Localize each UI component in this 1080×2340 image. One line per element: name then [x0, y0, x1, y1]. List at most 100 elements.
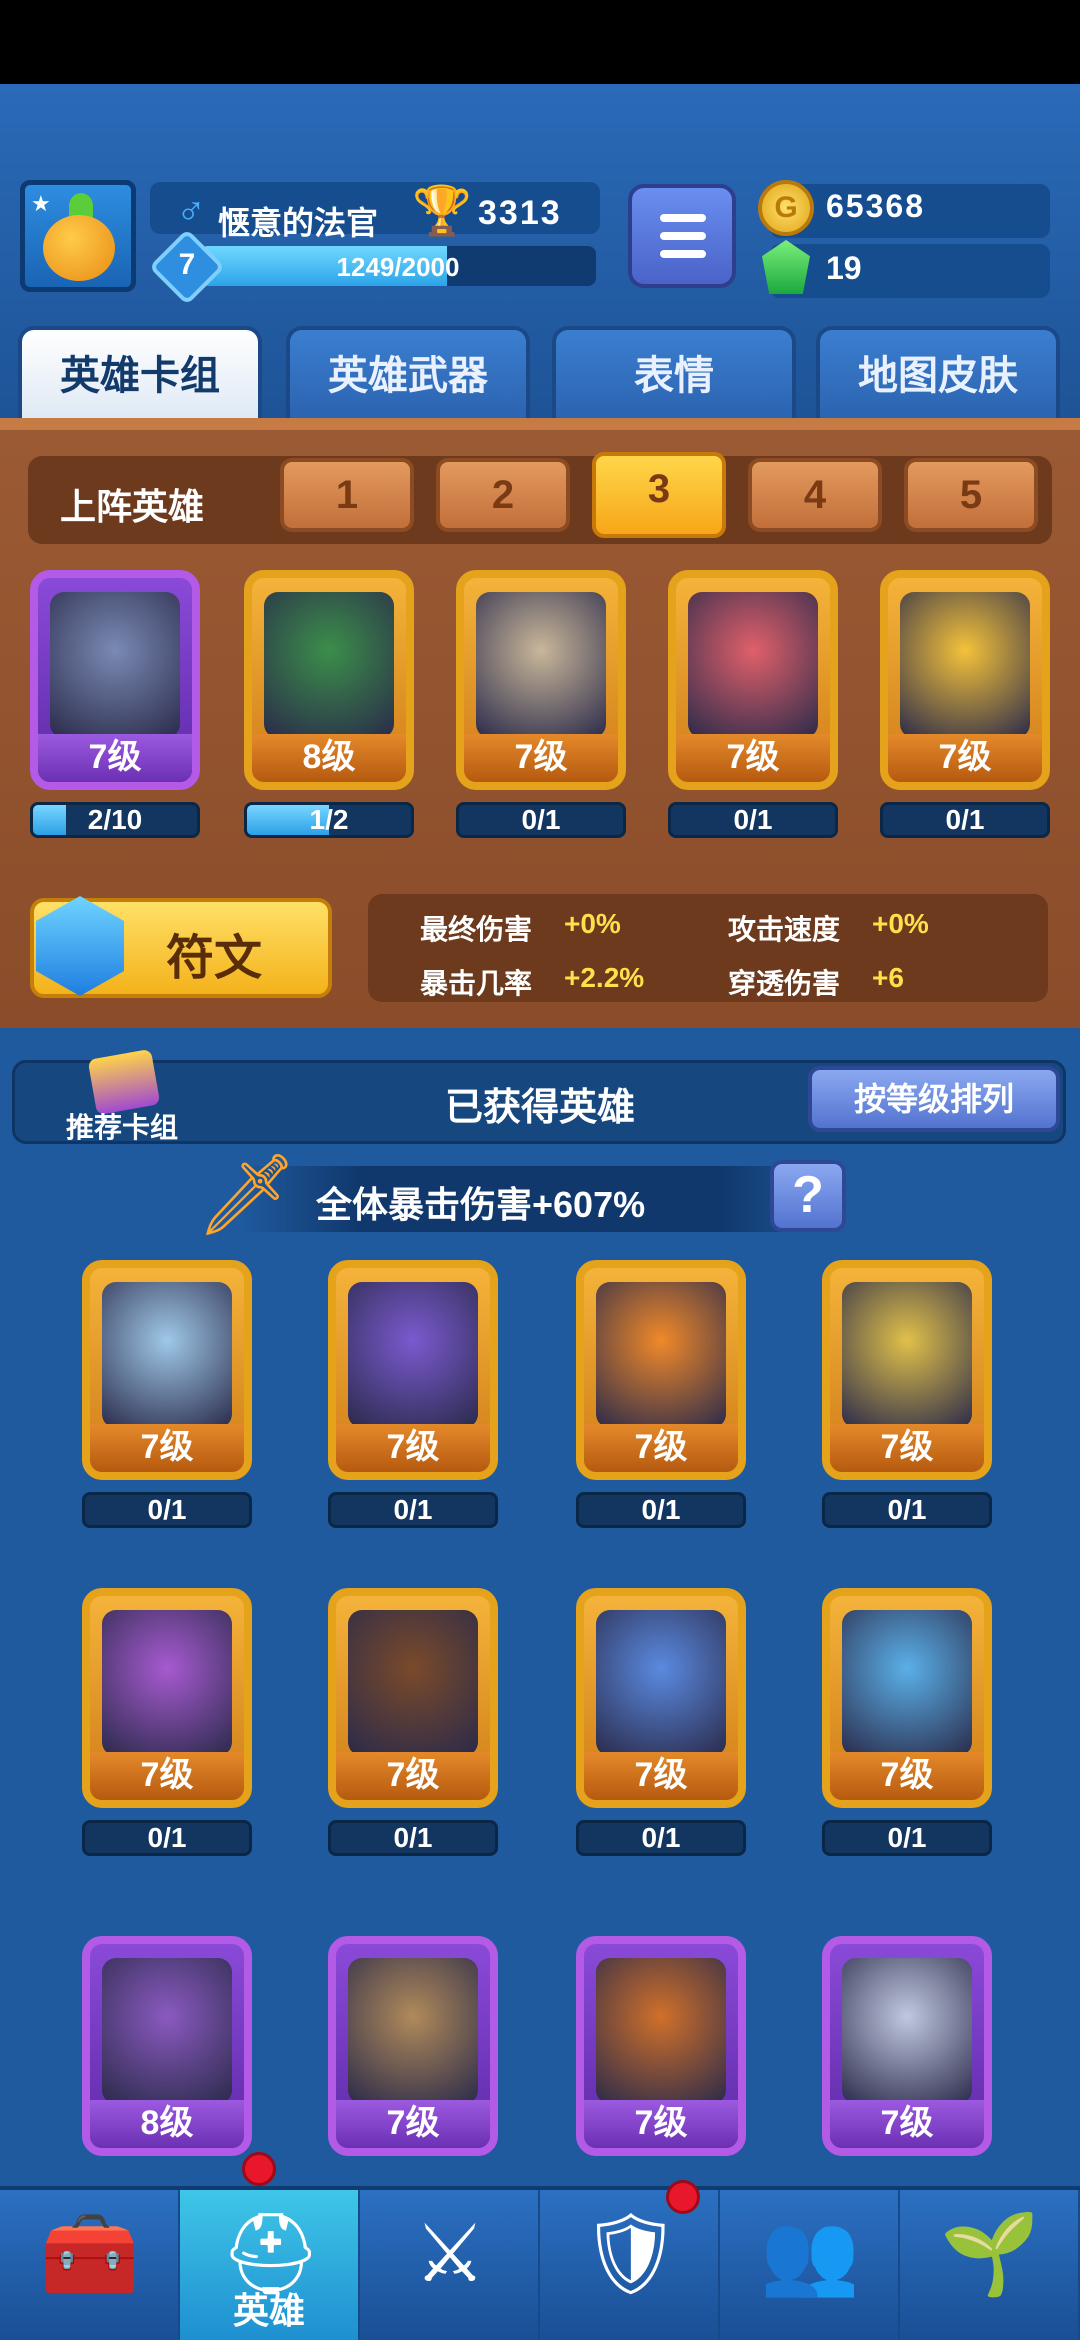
menu-button[interactable] — [628, 184, 736, 288]
coins-value: 65368 — [826, 188, 925, 224]
hero-portrait — [842, 1958, 972, 2104]
progress-text: 0/1 — [641, 1494, 681, 1525]
hero-portrait — [688, 592, 818, 738]
nav-item-1[interactable]: ⛑ 英雄 — [180, 2190, 360, 2340]
deck-slot-1[interactable]: 1 — [280, 458, 414, 532]
owned-hero-9-card[interactable]: 7级 — [328, 1936, 498, 2156]
tab-3[interactable]: 地图皮肤 — [816, 326, 1060, 418]
sprout-garden-icon: 🌱 — [940, 2209, 1040, 2298]
hero-level: 7级 — [38, 734, 192, 782]
hero-level: 7级 — [830, 2100, 984, 2148]
deck-slot-2[interactable]: 2 — [436, 458, 570, 532]
menu-icon — [660, 214, 706, 222]
tab-0[interactable]: 英雄卡组 — [18, 326, 262, 418]
gems-value: 19 — [826, 250, 862, 286]
hero-card-progress: 0/1 — [822, 1820, 992, 1856]
owned-hero-2-card[interactable]: 7级 — [576, 1260, 746, 1480]
owned-hero-8-card[interactable]: 8级 — [82, 1936, 252, 2156]
hero-level: 7级 — [336, 1752, 490, 1800]
stat-value-final-damage: +0% — [564, 908, 621, 939]
crown-shield-icon: 🛡 — [580, 2209, 682, 2298]
deck-title: 上阵英雄 — [60, 486, 205, 527]
nav-label: 英雄 — [232, 2290, 305, 2331]
deck-slot-4[interactable]: 4 — [748, 458, 882, 532]
player-level: 7 — [178, 248, 196, 281]
deck-slot-5[interactable]: 5 — [904, 458, 1038, 532]
nav-item-4[interactable]: 👥 — [720, 2190, 900, 2340]
nav-item-2[interactable]: ⚔ — [360, 2190, 540, 2340]
progress-text: 0/1 — [733, 804, 773, 835]
deck-hero-0-card[interactable]: 7级 — [30, 570, 200, 790]
owned-hero-3-card[interactable]: 7级 — [822, 1260, 992, 1480]
hero-level: 7级 — [336, 2100, 490, 2148]
hero-level: 7级 — [830, 1752, 984, 1800]
player-avatar[interactable]: ★ — [20, 180, 136, 292]
progress-text: 0/1 — [521, 804, 561, 835]
hero-level: 7级 — [90, 1752, 244, 1800]
status-bar — [0, 0, 1080, 84]
help-button[interactable]: ? — [770, 1160, 846, 1232]
trophy-count: 3313 — [478, 194, 562, 232]
hero-level: 7级 — [584, 1424, 738, 1472]
notification-dot — [242, 2152, 276, 2186]
owned-hero-1-card[interactable]: 7级 — [328, 1260, 498, 1480]
stat-label-penetration: 穿透伤害 — [728, 968, 841, 999]
owned-hero-7-card[interactable]: 7级 — [822, 1588, 992, 1808]
owned-hero-5-card[interactable]: 7级 — [328, 1588, 498, 1808]
star-icon: ★ — [31, 191, 51, 216]
trophy-icon: 🏆 — [412, 185, 472, 238]
deck-hero-3-card[interactable]: 7级 — [668, 570, 838, 790]
gems-bar — [770, 244, 1050, 298]
stat-value-crit-rate: +2.2% — [564, 962, 645, 993]
hero-level: 7级 — [888, 734, 1042, 782]
avatar-face — [43, 215, 115, 281]
hero-portrait — [596, 1282, 726, 1428]
owned-hero-10-card[interactable]: 7级 — [576, 1936, 746, 2156]
hero-card-progress: 0/1 — [328, 1492, 498, 1528]
progress-text: 0/1 — [945, 804, 985, 835]
stat-label-crit-rate: 暴击几率 — [420, 968, 533, 999]
owned-hero-0-card[interactable]: 7级 — [82, 1260, 252, 1480]
stat-label-attack-speed: 攻击速度 — [728, 914, 841, 945]
nav-item-3[interactable]: 🛡 — [540, 2190, 720, 2340]
friends-icon: 👥 — [760, 2209, 860, 2298]
nav-item-0[interactable]: 🧰 — [0, 2190, 180, 2340]
notification-dot — [666, 2180, 700, 2214]
hero-level: 7级 — [830, 1424, 984, 1472]
hero-card-progress: 0/1 — [82, 1820, 252, 1856]
hero-level: 7级 — [90, 1424, 244, 1472]
hero-portrait — [842, 1610, 972, 1756]
hero-level: 7级 — [336, 1424, 490, 1472]
nav-item-5[interactable]: 🌱 — [900, 2190, 1080, 2340]
hero-card-progress: 0/1 — [328, 1820, 498, 1856]
tab-1[interactable]: 英雄武器 — [286, 326, 530, 418]
owned-hero-4-card[interactable]: 7级 — [82, 1588, 252, 1808]
hero-portrait — [842, 1282, 972, 1428]
hero-portrait — [102, 1958, 232, 2104]
stat-value-penetration: +6 — [872, 962, 904, 993]
deck-slot-3[interactable]: 3 — [592, 452, 726, 538]
progress-text: 2/10 — [87, 804, 143, 835]
deck-hero-2-card[interactable]: 7级 — [456, 570, 626, 790]
xp-text: 1249/2000 — [336, 252, 460, 282]
crossed-swords-icon: ⚔ — [414, 2209, 486, 2298]
tab-2[interactable]: 表情 — [552, 326, 796, 418]
hero-portrait — [476, 592, 606, 738]
hero-card-progress: 0/1 — [822, 1492, 992, 1528]
deck-hero-1-card[interactable]: 8级 — [244, 570, 414, 790]
hero-card-progress: 0/1 — [82, 1492, 252, 1528]
sort-by-level-button[interactable]: 按等级排列 — [808, 1066, 1060, 1132]
rune-label: 符文 — [166, 932, 263, 985]
progress-text: 0/1 — [147, 1494, 187, 1525]
hero-portrait — [102, 1282, 232, 1428]
progress-text: 0/1 — [393, 1822, 433, 1853]
owned-hero-6-card[interactable]: 7级 — [576, 1588, 746, 1808]
owned-hero-11-card[interactable]: 7级 — [822, 1936, 992, 2156]
hero-portrait — [348, 1282, 478, 1428]
hero-card-progress: 0/1 — [668, 802, 838, 838]
hero-card-progress: 2/10 — [30, 802, 200, 838]
hero-level: 7级 — [676, 734, 830, 782]
deck-hero-4-card[interactable]: 7级 — [880, 570, 1050, 790]
stat-label-final-damage: 最终伤害 — [420, 914, 533, 945]
treasure-chest-icon: 🧰 — [40, 2209, 140, 2298]
